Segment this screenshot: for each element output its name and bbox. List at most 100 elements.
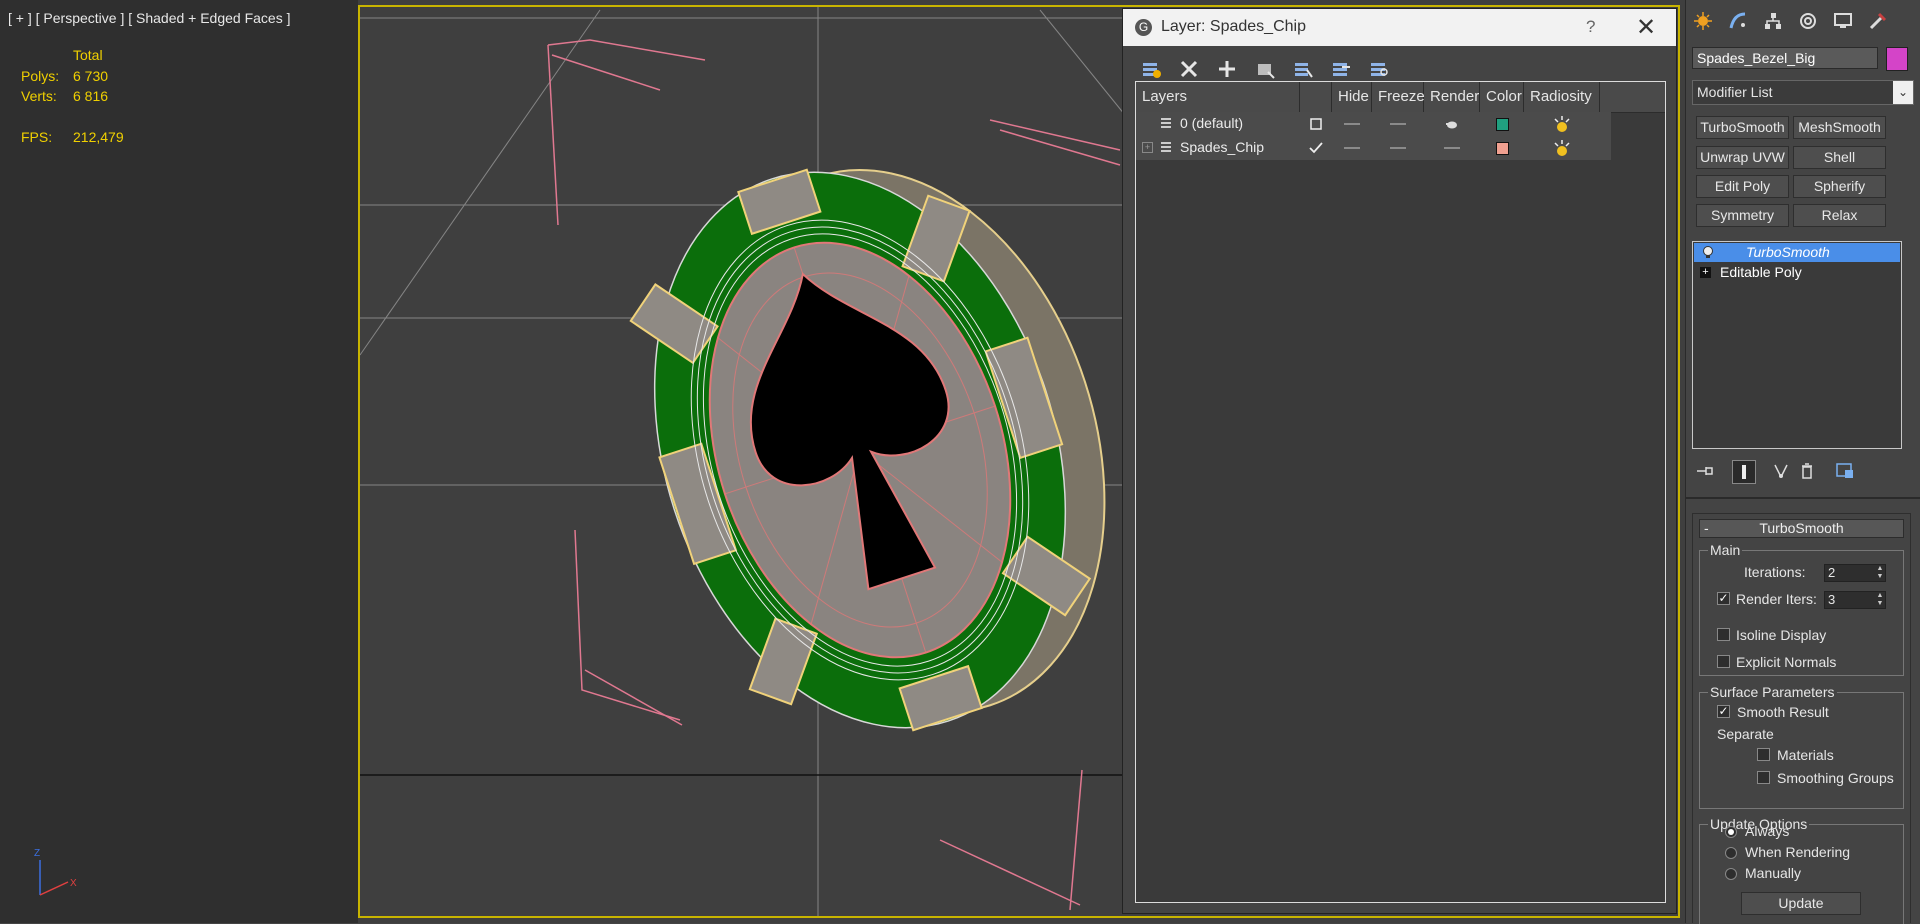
isoline-display-checkbox[interactable]	[1717, 628, 1730, 641]
render-iters-label: Render Iters:	[1736, 591, 1817, 607]
render-toggle[interactable]	[1424, 112, 1480, 136]
highlight-layer-icon[interactable]	[1289, 55, 1317, 83]
hide-toggle[interactable]	[1332, 136, 1372, 160]
close-button[interactable]: ✕	[1636, 13, 1656, 42]
col-color[interactable]: Color	[1480, 82, 1524, 112]
col-render[interactable]: Render	[1424, 82, 1480, 112]
pin-stack-icon[interactable]	[1694, 460, 1716, 482]
color-cell[interactable]	[1480, 136, 1524, 160]
render-iters-spinner[interactable]: 3 ▲ ▼	[1824, 591, 1886, 609]
turbosmooth-rollout: - TurboSmooth Main Iterations: 2 ▲ ▼ ✓ Ren…	[1692, 513, 1911, 924]
radiosity-toggle[interactable]	[1524, 136, 1600, 160]
radiosity-light-icon	[1554, 116, 1570, 132]
stats-polys-value: 6 730	[73, 68, 109, 84]
iterations-spinner[interactable]: 2 ▲ ▼	[1824, 564, 1886, 582]
iterations-label: Iterations:	[1744, 564, 1806, 580]
spinner-arrows-icon[interactable]: ▲ ▼	[1875, 592, 1885, 608]
create-layer-icon[interactable]	[1137, 55, 1165, 83]
turbosmooth-button[interactable]: TurboSmooth	[1696, 116, 1789, 139]
expand-icon[interactable]: +	[1700, 267, 1711, 278]
modifier-stack[interactable]: TurboSmooth + Editable Poly	[1692, 241, 1902, 449]
utilities-icon[interactable]	[1865, 8, 1891, 34]
materials-checkbox[interactable]	[1757, 748, 1770, 761]
layer-stack-icon	[1161, 118, 1171, 128]
unwrap-uvw-button[interactable]: Unwrap UVW	[1696, 146, 1789, 169]
separate-label: Separate	[1717, 726, 1774, 742]
axis-z-label: Z	[34, 848, 40, 859]
dialog-titlebar[interactable]: G Layer: Spades_Chip ? ✕	[1123, 9, 1676, 46]
command-panel: Modifier List ⌄ TurboSmooth MeshSmooth U…	[1685, 0, 1920, 924]
stats-fps-value: 212,479	[73, 129, 124, 145]
explicit-normals-checkbox[interactable]	[1717, 655, 1730, 668]
hierarchy-icon[interactable]	[1760, 8, 1786, 34]
stack-item-editable-poly[interactable]: + Editable Poly	[1694, 263, 1900, 282]
create-icon[interactable]	[1690, 8, 1716, 34]
stack-item-label: Editable Poly	[1720, 264, 1802, 280]
rollout-title-bar[interactable]: - TurboSmooth	[1699, 519, 1904, 538]
dialog-title: Layer: Spades_Chip	[1161, 18, 1306, 35]
manually-radio[interactable]	[1725, 868, 1737, 880]
freeze-toggle[interactable]	[1372, 112, 1424, 136]
object-color-swatch[interactable]	[1886, 47, 1908, 71]
viewport-label-menu[interactable]: [ + ] [ Perspective ] [ Shaded + Edged F…	[8, 10, 291, 26]
col-radiosity[interactable]: Radiosity	[1524, 82, 1600, 112]
layer-manager-dialog[interactable]: G Layer: Spades_Chip ? ✕ Layers Hide Fre…	[1122, 8, 1677, 914]
when-rendering-label: When Rendering	[1745, 844, 1851, 860]
configure-sets-icon[interactable]	[1834, 460, 1856, 482]
materials-label: Materials	[1777, 747, 1834, 763]
current-layer-toggle[interactable]	[1300, 136, 1332, 160]
render-toggle[interactable]	[1424, 136, 1480, 160]
smooth-result-checkbox[interactable]: ✓	[1717, 705, 1730, 718]
col-hide[interactable]: Hide	[1332, 82, 1372, 112]
checkmark-icon	[1309, 142, 1323, 154]
relax-button[interactable]: Relax	[1793, 204, 1886, 227]
poker-chip-model	[629, 168, 1106, 732]
freeze-toggle[interactable]	[1372, 136, 1424, 160]
help-button[interactable]: ?	[1586, 17, 1595, 37]
radiosity-toggle[interactable]	[1524, 112, 1600, 136]
hide-all-icon[interactable]	[1327, 55, 1355, 83]
rollout-title: TurboSmooth	[1759, 520, 1844, 536]
when-rendering-radio[interactable]	[1725, 847, 1737, 859]
motion-icon[interactable]	[1795, 8, 1821, 34]
col-layers[interactable]: Layers	[1136, 82, 1300, 112]
spherify-button[interactable]: Spherify	[1793, 175, 1886, 198]
symmetry-button[interactable]: Symmetry	[1696, 204, 1789, 227]
modify-icon[interactable]	[1725, 8, 1751, 34]
layer-row-default[interactable]: 0 (default)	[1136, 112, 1611, 136]
edit-poly-button[interactable]: Edit Poly	[1696, 175, 1789, 198]
render-iters-value: 3	[1828, 592, 1836, 607]
expand-icon[interactable]: +	[1142, 142, 1153, 153]
current-layer-toggle[interactable]	[1300, 112, 1332, 136]
meshsmooth-button[interactable]: MeshSmooth	[1793, 116, 1886, 139]
collapse-icon[interactable]: -	[1704, 520, 1709, 537]
layer-row-spades-chip[interactable]: + Spades_Chip	[1136, 136, 1611, 160]
delete-layer-icon[interactable]	[1175, 55, 1203, 83]
add-to-layer-icon[interactable]	[1213, 55, 1241, 83]
smoothing-groups-checkbox[interactable]	[1757, 771, 1770, 784]
layers-table[interactable]: Layers Hide Freeze Render Color Radiosit…	[1135, 81, 1666, 903]
update-button[interactable]: Update	[1741, 892, 1861, 915]
select-objects-icon[interactable]	[1251, 55, 1279, 83]
layer-name[interactable]: 0 (default)	[1180, 115, 1243, 131]
layer-name[interactable]: Spades_Chip	[1180, 139, 1264, 155]
col-current[interactable]	[1300, 82, 1332, 112]
stack-item-turbosmooth[interactable]: TurboSmooth	[1694, 243, 1900, 262]
chevron-down-icon[interactable]: ⌄	[1893, 81, 1913, 104]
display-icon[interactable]	[1830, 8, 1856, 34]
render-iters-checkbox[interactable]: ✓	[1717, 592, 1730, 605]
remove-modifier-icon[interactable]	[1796, 460, 1818, 482]
modifier-list-dropdown[interactable]: Modifier List ⌄	[1692, 80, 1914, 105]
modifier-list-label: Modifier List	[1697, 84, 1773, 100]
hide-toggle[interactable]	[1332, 112, 1372, 136]
freeze-all-icon[interactable]	[1365, 55, 1393, 83]
spinner-arrows-icon[interactable]: ▲ ▼	[1875, 565, 1885, 581]
object-name-field[interactable]	[1692, 47, 1878, 69]
col-freeze[interactable]: Freeze	[1372, 82, 1425, 112]
lightbulb-icon[interactable]	[1701, 245, 1715, 260]
shell-button[interactable]: Shell	[1793, 146, 1886, 169]
show-end-result-icon[interactable]	[1732, 460, 1756, 484]
always-radio[interactable]	[1725, 826, 1737, 838]
make-unique-icon[interactable]	[1770, 460, 1792, 482]
color-cell[interactable]	[1480, 112, 1524, 136]
